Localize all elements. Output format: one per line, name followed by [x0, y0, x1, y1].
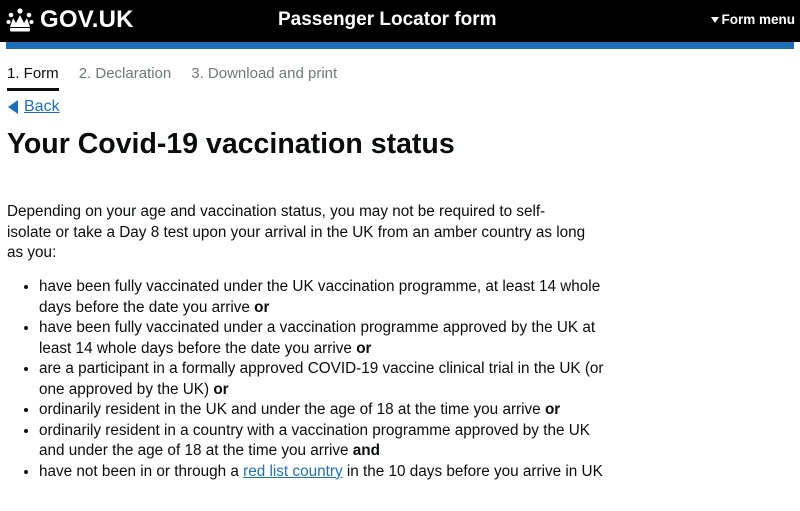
page-title: Your Covid-19 vaccination status [7, 128, 455, 160]
step-form[interactable]: 1. Form [7, 65, 59, 91]
caret-down-icon [711, 16, 720, 23]
condition-connector: or [254, 298, 270, 316]
list-item: have been fully vaccinated under a vacci… [39, 318, 604, 359]
condition-text: ordinarily resident in the UK and under … [39, 401, 541, 418]
back-link[interactable]: Back [24, 98, 60, 116]
form-menu-button[interactable]: Form menu [711, 12, 795, 27]
list-item: ordinarily resident in the UK and under … [39, 400, 604, 421]
condition-connector: and [352, 442, 380, 459]
list-item: have been fully vaccinated under the UK … [39, 277, 604, 318]
header-accent-bar [6, 42, 794, 49]
logo-text: GOV.UK [40, 6, 134, 33]
red-list-country-link[interactable]: red list country [243, 463, 342, 480]
condition-text: have been fully vaccinated under the UK … [39, 278, 601, 316]
condition-connector: or [544, 401, 561, 418]
site-header: GOV.UK Passenger Locator form Form menu [0, 0, 800, 49]
condition-text: ordinarily resident in a country with a … [39, 421, 590, 460]
list-item: are a participant in a formally approved… [39, 359, 604, 400]
service-name[interactable]: Passenger Locator form [278, 9, 497, 31]
step-download-print: 3. Download and print [191, 65, 338, 82]
form-menu-label: Form menu [721, 12, 795, 27]
back-arrow-icon [8, 100, 18, 114]
condition-text: in the 10 days before you arrive in UK [346, 462, 603, 480]
condition-text: have been fully vaccinated under a vacci… [39, 319, 596, 357]
condition-text: have not been in or through a [39, 462, 239, 480]
condition-connector: or [356, 339, 372, 357]
intro-text: Depending on your age and vaccination st… [7, 203, 586, 261]
crown-icon [6, 8, 34, 32]
condition-text: are a participant in a formally approved… [39, 360, 604, 398]
step-declaration: 2. Declaration [78, 65, 172, 82]
condition-connector: or [213, 380, 229, 398]
back-link-container[interactable]: Back [8, 98, 60, 116]
conditions-list: have been fully vaccinated under the UK … [22, 277, 604, 482]
list-item: have not been in or through a red list c… [39, 462, 604, 483]
step-navigation: 1. Form 2. Declaration 3. Download and p… [7, 65, 357, 91]
list-item: ordinarily resident in a country with a … [39, 421, 604, 462]
govuk-logo[interactable]: GOV.UK [6, 6, 134, 34]
